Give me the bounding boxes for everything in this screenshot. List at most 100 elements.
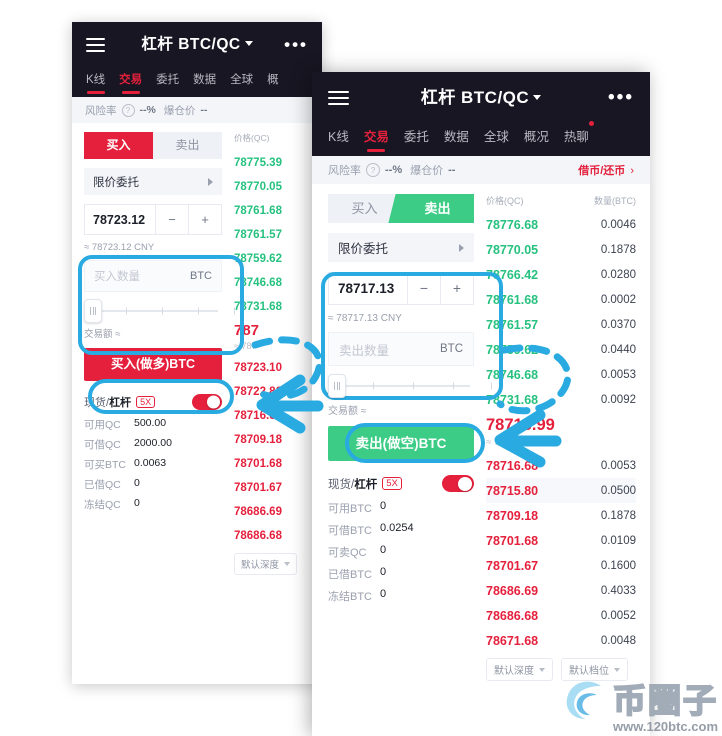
slider-knob[interactable] — [328, 374, 346, 398]
p2-amount-slider[interactable] — [328, 373, 492, 399]
p2-bid-2[interactable]: 78709.18 0.1878 — [486, 503, 636, 528]
p1-leverage-badge[interactable]: 5X — [136, 396, 156, 408]
p1-tab-1[interactable]: 交易 — [119, 71, 142, 87]
p2-tab-1[interactable]: 交易 — [364, 126, 389, 145]
p1-amount-input[interactable]: 买入数量 BTC — [84, 260, 222, 292]
p2-tab-3[interactable]: 数据 — [444, 126, 469, 145]
p2-borrow-repay-link[interactable]: 借币/还币 › — [578, 162, 634, 178]
p2-trade-form: 买入 卖出 限价委托 78717.13 − + ≈ 78717.13 CNY 卖… — [312, 184, 492, 681]
p1-depth-select[interactable]: 默认深度 — [234, 553, 298, 575]
p1-price-minus[interactable]: − — [155, 205, 188, 234]
p2-price-stepper[interactable]: 78717.13 − + — [328, 272, 474, 305]
p1-bid-5[interactable]: 78701.67 — [234, 476, 314, 500]
screenshot-canvas: 杠杆 BTC/QC ••• K线 交易 委托 数据 全球 概 风险率 ? --%… — [0, 0, 722, 736]
p2-account-row-3: 已借BTC 0 — [328, 566, 387, 581]
p2-price-minus[interactable]: − — [407, 273, 440, 304]
p1-buy-tab[interactable]: 买入 — [84, 132, 153, 159]
p2-tab-6[interactable]: 热聊 — [564, 121, 594, 145]
p2-price-approx-value: 78717.13 CNY — [336, 313, 402, 324]
p2-last-cny: ≈ 78716.99 CNY — [486, 437, 557, 448]
p1-ask-5[interactable]: 78746.68 — [234, 271, 314, 295]
p1-tab-2[interactable]: 委托 — [156, 71, 179, 87]
p2-price-plus[interactable]: + — [440, 273, 473, 304]
p2-side-toggle: 买入 卖出 — [328, 194, 474, 223]
p1-submit-buy-button[interactable]: 买入(做多)BTC — [84, 348, 222, 381]
p1-ask-3[interactable]: 78761.57 — [234, 223, 314, 247]
more-icon[interactable]: ••• — [284, 35, 308, 55]
p2-bid-6[interactable]: 78686.68 0.0052 — [486, 603, 636, 628]
p1-amount-slider[interactable] — [84, 299, 235, 323]
p2-ask-0[interactable]: 78776.68 0.0046 — [486, 212, 636, 237]
p1-bid-3[interactable]: 78709.18 — [234, 428, 314, 452]
question-icon[interactable]: ? — [366, 163, 380, 177]
p2-grade-select[interactable]: 默认档位 — [561, 658, 628, 681]
p1-bid-4[interactable]: 78701.68 — [234, 452, 314, 476]
p2-leverage-badge[interactable]: 5X — [382, 477, 402, 490]
p1-price-value[interactable]: 78723.12 — [85, 213, 155, 227]
phone-screenshot-buy: 杠杆 BTC/QC ••• K线 交易 委托 数据 全球 概 风险率 ? --%… — [72, 22, 322, 684]
hamburger-icon[interactable] — [328, 90, 349, 106]
p2-bid-0[interactable]: 78716.68 0.0053 — [486, 453, 636, 478]
p2-submit-sell-button[interactable]: 卖出(做空)BTC — [328, 426, 474, 461]
hamburger-icon[interactable] — [86, 38, 105, 53]
p2-asks: 78776.68 0.0046 78770.05 0.1878 78766.42 0.… — [486, 212, 636, 412]
p1-body: 买入 卖出 限价委托 78723.12 − + ≈ 78723.12 CNY 买… — [72, 123, 322, 575]
p2-bid-1[interactable]: 78715.80 0.0500 — [486, 478, 636, 503]
p2-bid-7[interactable]: 78671.68 0.0048 — [486, 628, 636, 653]
p1-price-stepper[interactable]: 78723.12 − + — [84, 204, 222, 235]
p1-ask-2[interactable]: 78761.68 — [234, 199, 314, 223]
p1-ask-4[interactable]: 78759.62 — [234, 247, 314, 271]
p1-account-row-3: 已借QC 0 — [84, 477, 140, 491]
p2-margin-toggle[interactable] — [442, 475, 474, 492]
p2-price-value[interactable]: 78717.13 — [329, 281, 407, 296]
p1-header: 杠杆 BTC/QC ••• K线 交易 委托 数据 全球 概 — [72, 22, 322, 97]
p1-ask-1[interactable]: 78770.05 — [234, 175, 314, 199]
p2-last-price: 78716.99 — [486, 416, 555, 434]
p2-amount-input[interactable]: 卖出数量 BTC — [328, 332, 474, 366]
p2-bid-3[interactable]: 78701.68 0.0109 — [486, 528, 636, 553]
p2-mode-margin[interactable]: 杠杆 — [354, 476, 377, 492]
p1-mode-margin[interactable]: 杠杆 — [109, 394, 131, 410]
p1-bid-6[interactable]: 78686.69 — [234, 500, 314, 524]
p1-tab-5[interactable]: 概 — [267, 71, 279, 87]
question-icon[interactable]: ? — [121, 103, 135, 117]
p2-bid-4[interactable]: 78701.67 0.1600 — [486, 553, 636, 578]
chevron-right-icon — [459, 243, 464, 252]
p1-last-cny: ≈ 787 — [234, 341, 257, 351]
p1-mode-spot[interactable]: 现货/ — [84, 394, 109, 410]
p2-ask-4[interactable]: 78761.57 0.0370 — [486, 312, 636, 337]
p2-bid-5[interactable]: 78686.69 0.4033 — [486, 578, 636, 603]
p2-sell-tab[interactable]: 卖出 — [401, 194, 474, 223]
p2-mode-spot[interactable]: 现货/ — [328, 476, 354, 492]
p2-ask-1[interactable]: 78770.05 0.1878 — [486, 237, 636, 262]
p1-bid-7[interactable]: 78686.68 — [234, 524, 314, 548]
p1-ask-0[interactable]: 78775.39 — [234, 151, 314, 175]
p2-title-text: 杠杆 BTC/QC — [420, 88, 530, 107]
p2-tab-5[interactable]: 概况 — [524, 126, 549, 145]
p2-order-type-select[interactable]: 限价委托 — [328, 233, 474, 262]
p1-bid-1[interactable]: 78722.80 — [234, 380, 314, 404]
p1-tab-0[interactable]: K线 — [86, 71, 105, 87]
p1-price-plus[interactable]: + — [188, 205, 221, 234]
p2-ask-3[interactable]: 78761.68 0.0002 — [486, 287, 636, 312]
p2-tab-4[interactable]: 全球 — [484, 126, 509, 145]
p1-tab-3[interactable]: 数据 — [193, 71, 216, 87]
p1-bids: 78723.10 78722.80 78716.68 78709.18 7870… — [234, 356, 314, 548]
p2-tab-0[interactable]: K线 — [328, 126, 349, 145]
p2-ask-6[interactable]: 78746.68 0.0053 — [486, 362, 636, 387]
p1-sell-tab[interactable]: 卖出 — [153, 132, 222, 159]
p1-order-type-select[interactable]: 限价委托 — [84, 168, 222, 195]
p1-account-header: 现货/杠杆 5X — [84, 394, 222, 410]
slider-knob[interactable] — [84, 299, 102, 323]
p2-depth-select[interactable]: 默认深度 — [486, 658, 553, 681]
p1-tab-4[interactable]: 全球 — [230, 71, 253, 87]
p1-bid-0[interactable]: 78723.10 — [234, 356, 314, 380]
p2-ask-7[interactable]: 78731.68 0.0092 — [486, 387, 636, 412]
p1-bid-2[interactable]: 78716.68 — [234, 404, 314, 428]
p2-ask-5[interactable]: 78759.62 0.0440 — [486, 337, 636, 362]
more-icon[interactable]: ••• — [608, 87, 634, 109]
p2-tab-2[interactable]: 委托 — [404, 126, 429, 145]
p1-ask-6[interactable]: 78731.68 — [234, 295, 314, 319]
p1-margin-toggle[interactable] — [192, 394, 222, 410]
p2-ask-2[interactable]: 78766.42 0.0280 — [486, 262, 636, 287]
